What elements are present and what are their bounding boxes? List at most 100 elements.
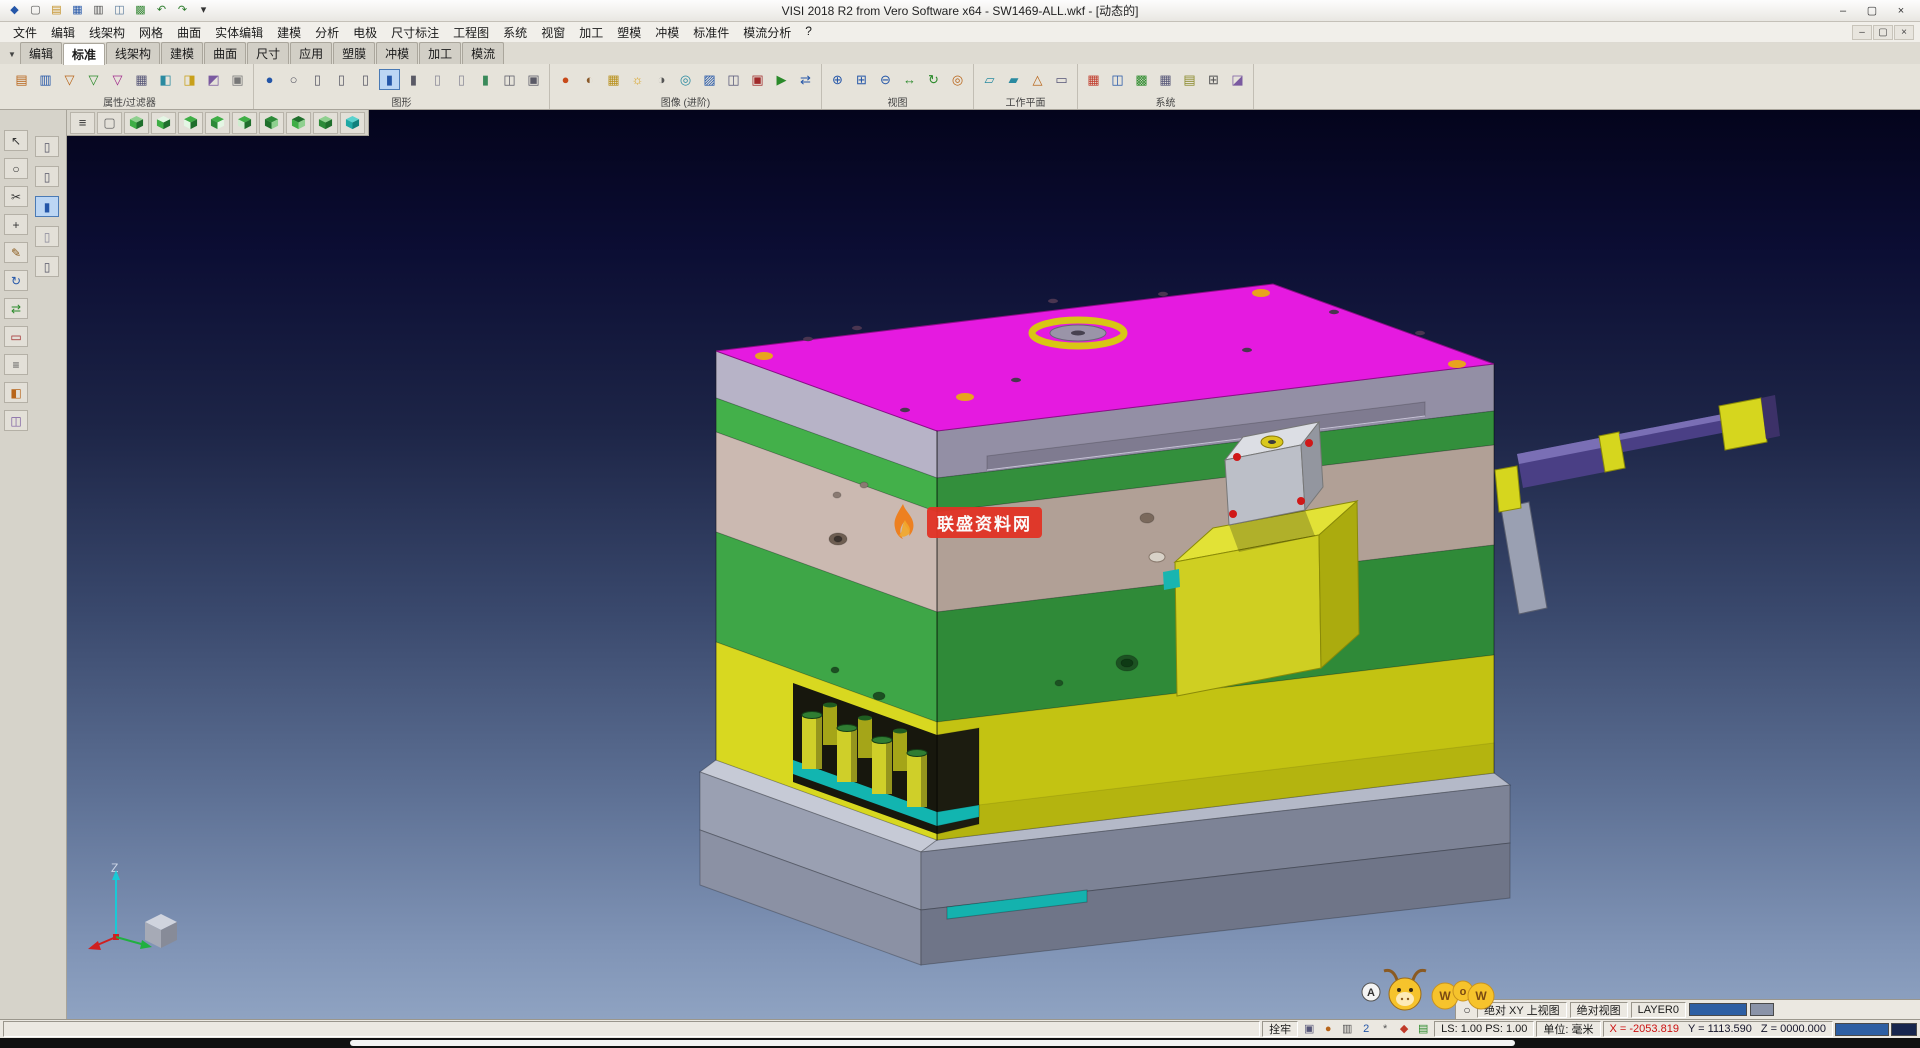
snap-settings-icon[interactable]: ▩ xyxy=(1131,69,1152,90)
camera-icon[interactable]: ◫ xyxy=(723,69,744,90)
tab-10[interactable]: 模流 xyxy=(462,42,504,64)
menu-item-8[interactable]: 电极 xyxy=(346,22,384,43)
element-shaded-icon[interactable]: ▮ xyxy=(35,196,59,217)
open-file-icon[interactable]: ▤ xyxy=(47,2,66,19)
element-unblank-icon[interactable]: ▯ xyxy=(35,256,59,277)
background-icon[interactable]: ▨ xyxy=(699,69,720,90)
user-view-icon[interactable] xyxy=(340,112,365,134)
highlight-icon[interactable]: ◨ xyxy=(179,69,200,90)
stamp-icon[interactable]: ◫ xyxy=(4,410,28,431)
print-preview-icon[interactable]: ◫ xyxy=(110,2,129,19)
viewport-3d[interactable]: ≡▢ 联盛资料网 Z xyxy=(67,110,1920,1019)
menu-item-1[interactable]: 编辑 xyxy=(44,22,82,43)
tab-4[interactable]: 曲面 xyxy=(204,42,246,64)
taskbar-window-segment[interactable] xyxy=(350,1040,1515,1046)
menu-item-2[interactable]: 线架构 xyxy=(82,22,132,43)
wireframe-sphere-icon[interactable]: ○ xyxy=(283,69,304,90)
element-ghost-icon[interactable]: ▯ xyxy=(35,226,59,247)
mask-icon[interactable]: ◧ xyxy=(155,69,176,90)
tab-9[interactable]: 加工 xyxy=(419,42,461,64)
tab-5[interactable]: 尺寸 xyxy=(247,42,289,64)
workplane-by-face-icon[interactable]: ▰ xyxy=(1003,69,1024,90)
menu-item-7[interactable]: 分析 xyxy=(308,22,346,43)
view-color-swatch[interactable] xyxy=(1689,1003,1747,1016)
back-view-icon[interactable] xyxy=(259,112,284,134)
front-view-icon[interactable] xyxy=(178,112,203,134)
slanted-plane-icon[interactable]: ◪ xyxy=(1227,69,1248,90)
menu-item-6[interactable]: 建模 xyxy=(270,22,308,43)
palette-icon[interactable]: ▤ xyxy=(1414,1021,1432,1037)
mdi-close-button[interactable]: × xyxy=(1894,25,1914,40)
status-layer-name[interactable]: LAYER0 xyxy=(1631,1002,1686,1018)
minimize-button[interactable]: – xyxy=(1829,2,1857,20)
tab-0[interactable]: 编辑 xyxy=(20,42,62,64)
render-icon[interactable]: ● xyxy=(555,69,576,90)
tab-2[interactable]: 线架构 xyxy=(106,42,160,64)
menu-item-0[interactable]: 文件 xyxy=(6,22,44,43)
secondary-color-swatch[interactable] xyxy=(1891,1023,1917,1036)
animation-icon[interactable]: ▶ xyxy=(771,69,792,90)
print-icon[interactable]: ▥ xyxy=(89,2,108,19)
calculator-icon[interactable]: ⊞ xyxy=(1203,69,1224,90)
status-lock-toggle[interactable]: 拴牢 xyxy=(1262,1021,1298,1037)
filter-color-icon[interactable]: ▽ xyxy=(107,69,128,90)
mold-cylinder-mount[interactable] xyxy=(1225,422,1323,552)
menu-item-4[interactable]: 曲面 xyxy=(170,22,208,43)
snapshot-icon[interactable]: ▣ xyxy=(747,69,768,90)
reflections-icon[interactable]: ◎ xyxy=(675,69,696,90)
textures-icon[interactable]: ▦ xyxy=(603,69,624,90)
rotate-view-icon[interactable]: ↻ xyxy=(923,69,944,90)
view-manager-icon[interactable]: ▩ xyxy=(131,2,150,19)
xray-view-icon[interactable]: ▯ xyxy=(451,69,472,90)
print-status-icon[interactable]: ▥ xyxy=(1338,1021,1356,1037)
refresh-view-icon[interactable]: ◎ xyxy=(947,69,968,90)
help-info-icon[interactable]: 2 xyxy=(1357,1021,1375,1037)
zoom-window-icon[interactable]: ⊞ xyxy=(851,69,872,90)
menu-item-9[interactable]: 尺寸标注 xyxy=(384,22,446,43)
menu-item-15[interactable]: 冲模 xyxy=(648,22,686,43)
active-color-swatch[interactable] xyxy=(1835,1023,1889,1036)
left-view-icon[interactable] xyxy=(232,112,257,134)
hidden-line-view-icon[interactable]: ▯ xyxy=(331,69,352,90)
iso-view-icon[interactable] xyxy=(124,112,149,134)
erase-icon[interactable]: ▭ xyxy=(4,326,28,347)
menu-item-16[interactable]: 标准件 xyxy=(686,22,736,43)
top-view-icon[interactable] xyxy=(151,112,176,134)
grid-icon[interactable]: ▦ xyxy=(1155,69,1176,90)
close-button[interactable]: × xyxy=(1887,2,1915,20)
zoom-all-icon[interactable]: ⊕ xyxy=(827,69,848,90)
color-settings-icon[interactable]: ▦ xyxy=(1083,69,1104,90)
trim-scissors-icon[interactable]: ✂ xyxy=(4,186,28,207)
view-list-icon[interactable]: ≡ xyxy=(70,112,95,134)
new-document-icon[interactable]: ▢ xyxy=(26,2,45,19)
filter-elements-icon[interactable]: ▽ xyxy=(83,69,104,90)
menu-item-18[interactable]: ? xyxy=(798,22,819,43)
filter-funnel-icon[interactable]: ▽ xyxy=(59,69,80,90)
redo-icon[interactable]: ↷ xyxy=(173,2,192,19)
tab-8[interactable]: 冲模 xyxy=(376,42,418,64)
shaded-sphere-icon[interactable]: ● xyxy=(259,69,280,90)
quick-access-dropdown-icon[interactable]: ▾ xyxy=(194,2,213,19)
section-display-icon[interactable]: ◫ xyxy=(499,69,520,90)
element-visibility-icon[interactable]: ▯ xyxy=(35,136,59,157)
shaded-edges-icon[interactable]: ▮ xyxy=(403,69,424,90)
undo-icon[interactable]: ↶ xyxy=(152,2,171,19)
draft-analysis-icon[interactable]: ▮ xyxy=(475,69,496,90)
select-by-attribute-icon[interactable]: ◩ xyxy=(203,69,224,90)
mold-3d-model[interactable] xyxy=(67,110,1919,1019)
menu-item-11[interactable]: 系统 xyxy=(496,22,534,43)
tab-1[interactable]: 标准 xyxy=(63,43,105,65)
menu-item-12[interactable]: 视窗 xyxy=(534,22,572,43)
menu-item-5[interactable]: 实体编辑 xyxy=(208,22,270,43)
zoom-dynamic-icon[interactable]: ○ xyxy=(4,158,28,179)
tab-3[interactable]: 建模 xyxy=(161,42,203,64)
attribute-paint-icon[interactable]: ▤ xyxy=(11,69,32,90)
render-settings-icon[interactable]: ▣ xyxy=(523,69,544,90)
transparency-icon[interactable]: ▯ xyxy=(427,69,448,90)
reset-filters-icon[interactable]: ▣ xyxy=(227,69,248,90)
settings-icon[interactable]: * xyxy=(1376,1021,1394,1037)
save-icon[interactable]: ▦ xyxy=(68,2,87,19)
wireframe-view-icon[interactable]: ▯ xyxy=(307,69,328,90)
compare-icon[interactable]: ⇄ xyxy=(795,69,816,90)
tab-6[interactable]: 应用 xyxy=(290,42,332,64)
